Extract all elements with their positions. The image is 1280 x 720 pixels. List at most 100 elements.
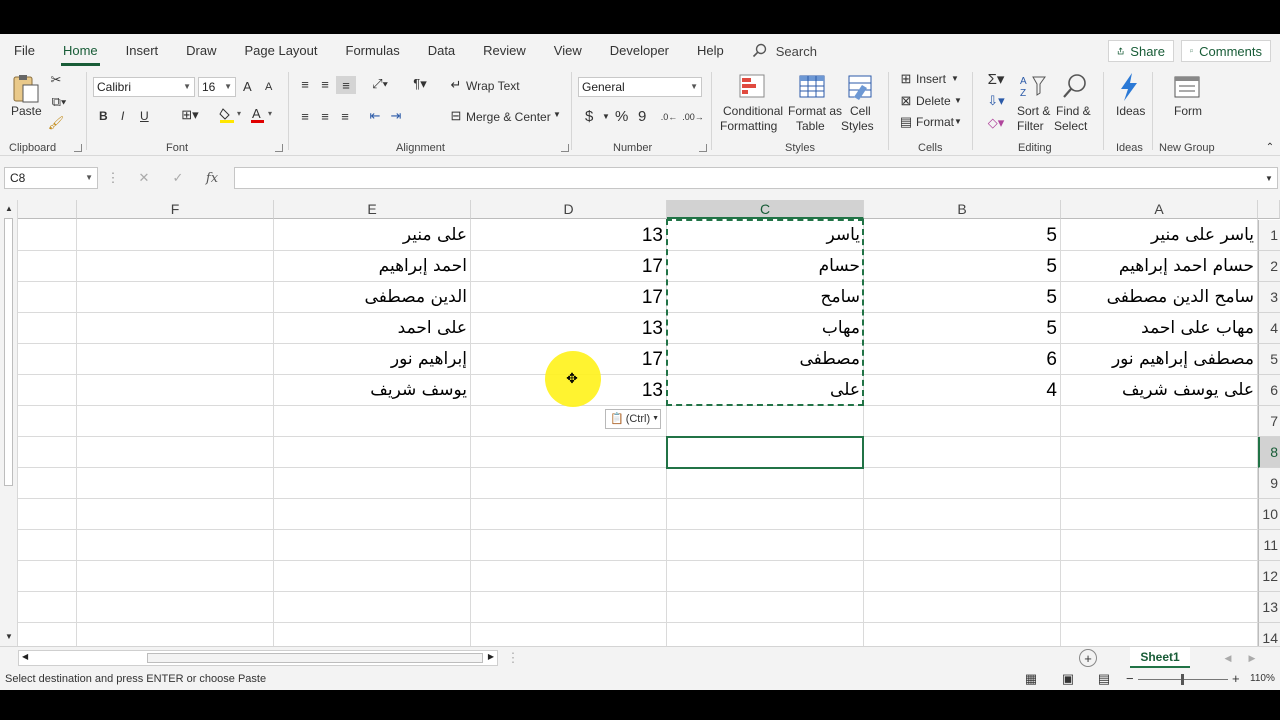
row-header-4[interactable]: 4 — [1258, 313, 1280, 344]
currency-dropdown-icon[interactable]: ▼ — [602, 112, 610, 121]
name-box[interactable]: C8 ▼ — [4, 167, 98, 189]
tab-home[interactable]: Home — [49, 34, 112, 68]
find-select-label[interactable]: Find & — [1056, 104, 1091, 118]
column-header-d[interactable]: D — [471, 200, 667, 219]
comments-button[interactable]: Comments — [1181, 40, 1271, 62]
fill-color-icon[interactable]: ▾ — [218, 106, 246, 124]
row-header-3[interactable]: 3 — [1258, 282, 1280, 313]
insert-cells-dropdown-icon[interactable]: ▼ — [951, 74, 959, 83]
form-button[interactable]: Form — [1174, 104, 1202, 118]
align-middle-icon[interactable]: ≡ — [316, 76, 334, 92]
row-header-5[interactable]: 5 — [1258, 344, 1280, 375]
sort-filter-label[interactable]: Sort & — [1017, 104, 1050, 118]
underline-button[interactable]: U — [140, 109, 149, 123]
align-right-icon[interactable]: ≡ — [336, 108, 354, 124]
shrink-font-button[interactable]: A — [265, 81, 272, 93]
next-sheet-icon[interactable]: ▶ — [1246, 650, 1258, 666]
enter-icon[interactable]: ✓ — [170, 170, 186, 186]
cell-c5[interactable]: مصطفى — [667, 344, 864, 375]
number-launcher-icon[interactable] — [699, 144, 707, 152]
select-all-corner[interactable] — [1258, 200, 1280, 219]
cell-c3[interactable]: سامح — [667, 282, 864, 313]
cell-a4[interactable]: مهاب على احمد — [1061, 313, 1258, 344]
cell-d1[interactable]: 13 — [471, 220, 667, 251]
cancel-icon[interactable]: ✕ — [136, 170, 152, 186]
tab-view[interactable]: View — [540, 34, 596, 68]
merge-dropdown-icon[interactable]: ▼ — [553, 110, 561, 119]
row-header-12[interactable]: 12 — [1258, 561, 1280, 592]
cell-b5[interactable]: 6 — [864, 344, 1061, 375]
vertical-scroll-thumb[interactable] — [4, 218, 13, 486]
column-header-e[interactable]: E — [274, 200, 471, 219]
align-bottom-icon[interactable]: ≡ — [336, 76, 356, 94]
cell-b6[interactable]: 4 — [864, 375, 1061, 406]
increase-indent-icon[interactable]: ⇥ — [387, 108, 405, 124]
row-header-6[interactable]: 6 — [1258, 375, 1280, 406]
format-as-table-label[interactable]: Format as — [788, 104, 842, 118]
scroll-left-icon[interactable]: ◀ — [22, 652, 28, 661]
align-center-icon[interactable]: ≡ — [316, 108, 334, 124]
column-header-b[interactable]: B — [864, 200, 1061, 219]
cell-a5[interactable]: مصطفى إبراهيم نور — [1061, 344, 1258, 375]
row-header-14[interactable]: 14 — [1258, 623, 1280, 646]
cell-b1[interactable]: 5 — [864, 220, 1061, 251]
increase-decimal-icon[interactable]: .0← — [659, 109, 679, 125]
tab-review[interactable]: Review — [469, 34, 540, 68]
cell-e2[interactable]: احمد إبراهيم — [274, 251, 471, 282]
tab-draw[interactable]: Draw — [172, 34, 230, 68]
form-icon[interactable] — [1172, 74, 1202, 100]
column-header-a[interactable]: A — [1061, 200, 1258, 219]
zoom-slider-knob[interactable] — [1181, 674, 1184, 685]
find-select-label-2[interactable]: Select — [1054, 119, 1087, 133]
zoom-in-button[interactable]: + — [1232, 671, 1240, 686]
tab-help[interactable]: Help — [683, 34, 738, 68]
font-color-icon[interactable]: A ▾ — [249, 106, 277, 124]
cut-icon[interactable]: ✂ — [48, 72, 64, 88]
tab-data[interactable]: Data — [414, 34, 469, 68]
zoom-out-button[interactable]: − — [1126, 671, 1134, 686]
column-header-f[interactable]: F — [77, 200, 274, 219]
row-header-9[interactable]: 9 — [1258, 468, 1280, 499]
spreadsheet-grid[interactable]: ▲ ▼ F E D C B A 1 2 3 4 5 6 7 8 9 10 11 … — [0, 200, 1280, 646]
cell-a3[interactable]: سامح الدين مصطفى — [1061, 282, 1258, 313]
row-header-7[interactable]: 7 — [1258, 406, 1280, 437]
conditional-formatting-icon[interactable] — [737, 72, 767, 102]
find-select-icon[interactable] — [1060, 72, 1090, 100]
conditional-formatting-label-2[interactable]: Formatting — [720, 119, 777, 133]
row-header-11[interactable]: 11 — [1258, 530, 1280, 561]
autosum-icon[interactable]: Σ▾ — [982, 70, 1010, 88]
format-cells-button[interactable]: Format — [916, 115, 954, 129]
cell-a1[interactable]: ياسر على منير — [1061, 220, 1258, 251]
cell-styles-icon[interactable] — [845, 72, 875, 102]
percent-button[interactable]: % — [615, 108, 628, 125]
add-sheet-icon[interactable]: + — [1079, 649, 1097, 667]
insert-cells-button[interactable]: Insert — [916, 72, 946, 86]
merge-center-button[interactable]: Merge & Center — [466, 110, 551, 124]
cell-c6[interactable]: على — [667, 375, 864, 406]
tab-formulas[interactable]: Formulas — [332, 34, 414, 68]
cell-e6[interactable]: يوسف شريف — [274, 375, 471, 406]
horizontal-scroll-thumb[interactable] — [147, 653, 483, 663]
cell-d3[interactable]: 17 — [471, 282, 667, 313]
ideas-button[interactable]: Ideas — [1116, 104, 1145, 118]
wrap-text-button[interactable]: Wrap Text — [466, 79, 520, 93]
cell-e5[interactable]: إبراهيم نور — [274, 344, 471, 375]
column-header-c[interactable]: C — [667, 200, 864, 219]
cell-c2[interactable]: حسام — [667, 251, 864, 282]
font-size-select[interactable]: 16 ▼ — [198, 77, 236, 97]
prev-sheet-icon[interactable]: ◀ — [1222, 650, 1234, 666]
cell-d2[interactable]: 17 — [471, 251, 667, 282]
copy-icon[interactable]: ⧉▾ — [48, 94, 70, 110]
cell-c4[interactable]: مهاب — [667, 313, 864, 344]
normal-view-icon[interactable]: ▦ — [1023, 671, 1039, 687]
vertical-scrollbar[interactable]: ▲ ▼ — [0, 200, 18, 646]
format-as-table-icon[interactable] — [797, 72, 827, 102]
paste-options-button[interactable]: 📋 (Ctrl) ▼ — [605, 409, 661, 429]
decrease-indent-icon[interactable]: ⇤ — [366, 108, 384, 124]
zoom-level[interactable]: 110% — [1250, 673, 1275, 684]
sheet-tab-sheet1[interactable]: Sheet1 — [1130, 647, 1190, 669]
delete-cells-dropdown-icon[interactable]: ▼ — [954, 96, 962, 105]
ideas-icon[interactable] — [1115, 72, 1143, 102]
insert-function-icon[interactable]: fx — [204, 170, 220, 186]
tab-insert[interactable]: Insert — [112, 34, 173, 68]
